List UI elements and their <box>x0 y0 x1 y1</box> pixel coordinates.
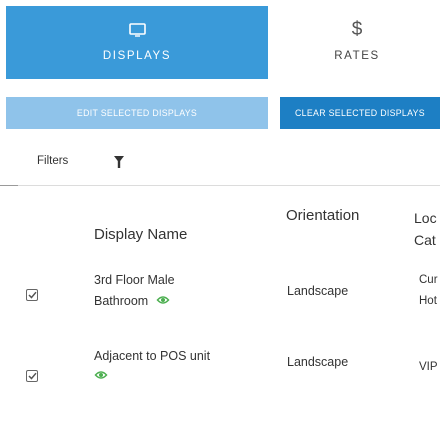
checkmark-icon <box>27 291 37 299</box>
displays-tile[interactable]: DISPLAYS <box>6 6 268 79</box>
checkmark-icon <box>27 372 37 380</box>
funnel-icon[interactable] <box>114 156 124 168</box>
column-header-orientation[interactable]: Orientation <box>286 207 359 224</box>
orientation-cell: Landscape <box>287 284 349 298</box>
dollar-icon: $ <box>351 19 363 40</box>
orientation-cell: Landscape <box>287 355 349 369</box>
display-name-line2: Bathroom <box>94 294 149 308</box>
filters-label: Filters <box>37 155 69 167</box>
display-name-line1: 3rd Floor Male <box>94 273 175 287</box>
location-line1: VIP <box>419 361 438 373</box>
rates-tile-label: RATES <box>334 50 380 62</box>
filters-bar: Filters <box>0 146 440 176</box>
table-row[interactable]: 3rd Floor Male Bathroom Landscape Cur Ho… <box>0 263 440 333</box>
preview-eye-icon[interactable] <box>156 293 170 307</box>
column-header-location-line2: Cat <box>414 232 436 248</box>
clear-selected-displays-button[interactable]: CLEAR SELECTED DISPLAYS <box>280 97 440 129</box>
location-cell: Cur Hot <box>419 270 438 312</box>
row-checkbox[interactable] <box>26 289 38 301</box>
column-header-display-name[interactable]: Display Name <box>94 226 187 243</box>
location-cell: VIP <box>419 357 438 378</box>
display-name-cell: 3rd Floor Male Bathroom <box>94 270 175 312</box>
rates-tile[interactable]: $ RATES <box>280 6 434 79</box>
preview-eye-icon[interactable] <box>94 368 108 382</box>
row-checkbox[interactable] <box>26 370 38 382</box>
displays-tile-label: DISPLAYS <box>102 50 172 62</box>
table-row[interactable]: Adjacent to POS unit Landscape VIP <box>0 333 440 413</box>
column-header-location[interactable]: Loc Cat <box>414 207 437 251</box>
location-line1: Cur <box>419 274 438 286</box>
display-name-cell: Adjacent to POS unit <box>94 346 210 382</box>
edit-selected-displays-button[interactable]: EDIT SELECTED DISPLAYS <box>6 97 268 129</box>
divider <box>0 185 440 186</box>
divider-accent <box>0 185 18 186</box>
location-line2: Hot <box>419 295 437 307</box>
display-name-line1: Adjacent to POS unit <box>94 349 211 363</box>
column-header-location-line1: Loc <box>414 210 437 226</box>
display-icon <box>128 20 146 40</box>
